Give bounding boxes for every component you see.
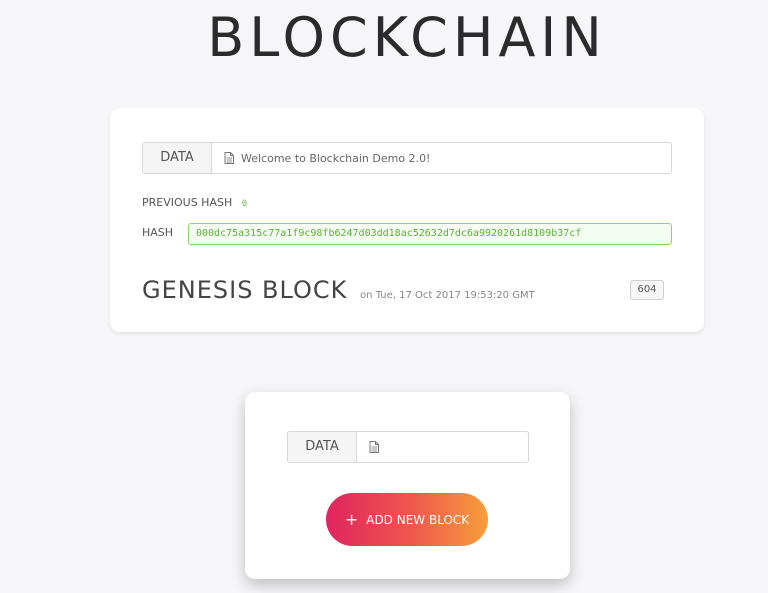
new-data-label: DATA bbox=[288, 432, 357, 462]
page: BLOCKCHAIN DATA Welcome to Blockchain De… bbox=[0, 0, 768, 593]
block-name: GENESIS BLOCK bbox=[142, 276, 348, 304]
new-block-card: DATA + ADD NEW BLOCK bbox=[245, 392, 570, 579]
add-new-block-label: ADD NEW BLOCK bbox=[366, 512, 470, 527]
nonce-badge: 604 bbox=[630, 280, 664, 300]
data-label: DATA bbox=[143, 143, 212, 173]
block-title-row: GENESIS BLOCK on Tue, 17 Oct 2017 19:53:… bbox=[142, 276, 535, 304]
previous-hash-value: 0 bbox=[241, 199, 248, 209]
add-new-block-button[interactable]: + ADD NEW BLOCK bbox=[326, 493, 488, 546]
page-title: BLOCKCHAIN bbox=[207, 6, 607, 69]
new-data-input[interactable] bbox=[357, 432, 528, 462]
document-icon bbox=[224, 152, 234, 164]
data-input[interactable]: Welcome to Blockchain Demo 2.0! bbox=[212, 143, 671, 173]
hash-value: 000dc75a315c77a1f9c98fb6247d03dd18ac5263… bbox=[188, 223, 672, 245]
previous-hash-row: PREVIOUS HASH 0 bbox=[142, 196, 247, 209]
data-input-value: Welcome to Blockchain Demo 2.0! bbox=[241, 151, 431, 165]
new-data-field: DATA bbox=[287, 431, 529, 463]
previous-hash-label: PREVIOUS HASH bbox=[142, 196, 233, 209]
block-timestamp: on Tue, 17 Oct 2017 19:53:20 GMT bbox=[360, 290, 535, 301]
plus-icon: + bbox=[344, 509, 359, 529]
genesis-block-card: DATA Welcome to Blockchain Demo 2.0! PRE… bbox=[110, 108, 704, 332]
hash-label: HASH bbox=[142, 226, 174, 239]
data-field: DATA Welcome to Blockchain Demo 2.0! bbox=[142, 142, 672, 174]
document-icon bbox=[369, 441, 379, 453]
